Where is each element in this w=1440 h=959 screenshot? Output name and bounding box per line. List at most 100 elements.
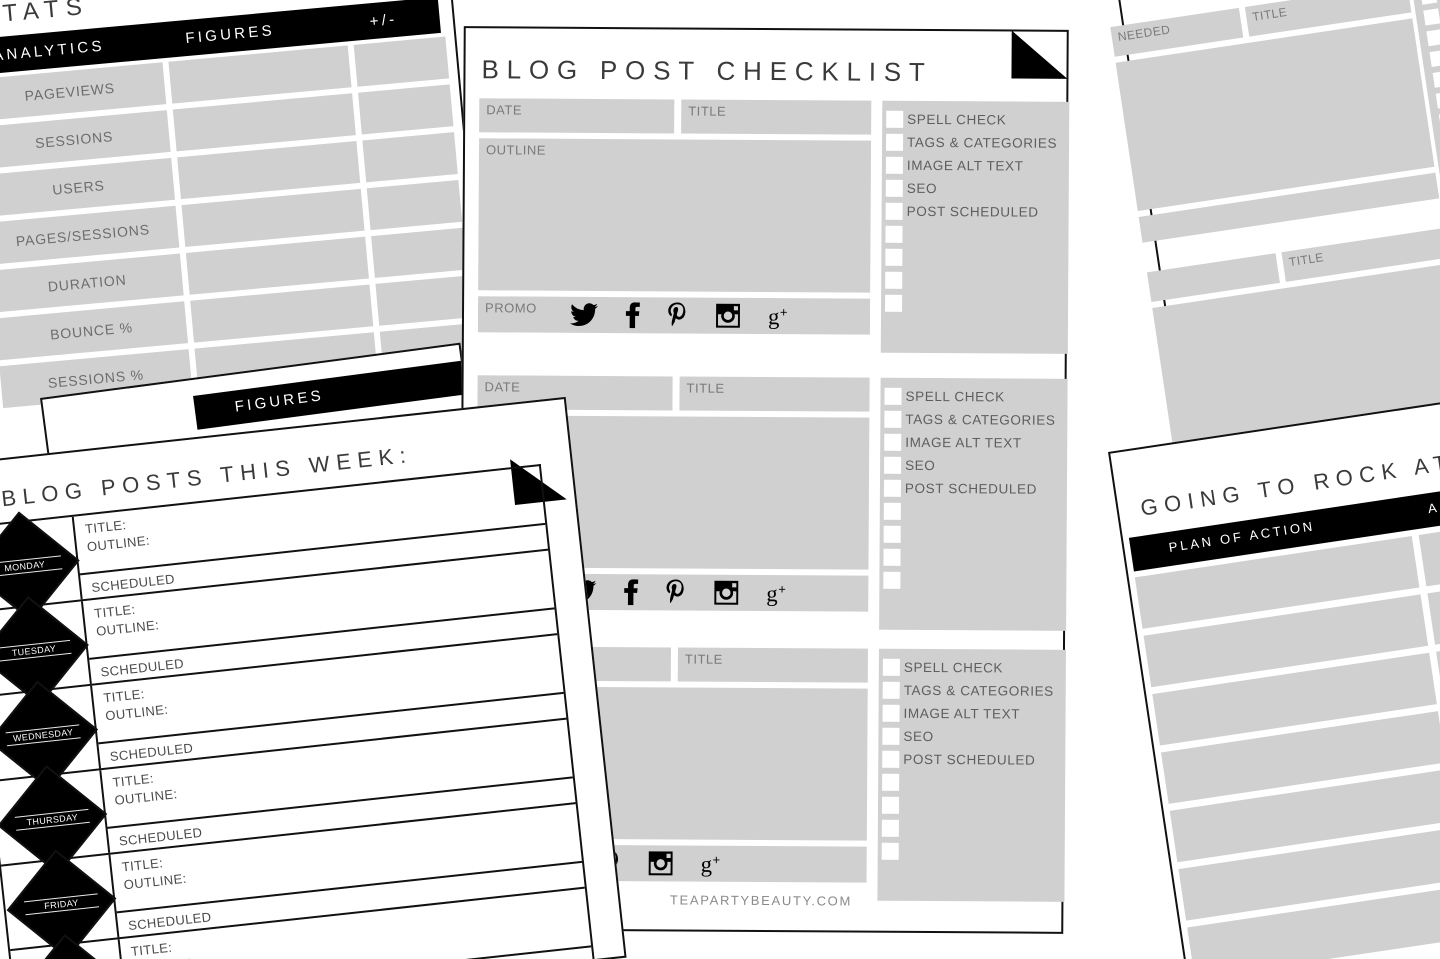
checkbox-icon[interactable] [885,156,903,174]
checklist-item[interactable]: SEO [882,177,1069,200]
checkbox-icon[interactable] [884,433,902,451]
googleplus-icon[interactable]: g + [768,304,794,329]
checkbox-icon[interactable] [882,704,900,722]
checklist-item[interactable]: IMAGE ALT TEXT [879,702,1066,725]
stats-plusminus-cell[interactable] [362,132,458,183]
checklist-item[interactable] [881,292,1068,315]
title-field[interactable]: TITLE [679,376,870,412]
checklist-item[interactable] [878,794,1065,817]
checklist-item[interactable]: POST SCHEDULED [878,748,1065,771]
pinterest-icon[interactable] [666,578,686,606]
social-icon-row: g + [569,297,794,334]
checkbox-icon[interactable] [885,294,903,312]
checklist-item-label: SEO [905,457,936,473]
checklist-item[interactable] [878,771,1065,794]
stats-plusminus-cell[interactable] [371,227,467,278]
checklist-item-label: TAGS & CATEGORIES [905,411,1056,428]
outline-label: OUTLINE: [86,532,151,555]
instagram-icon[interactable] [648,850,674,876]
checkbox-icon[interactable] [884,456,902,474]
checkbox-icon[interactable] [882,727,900,745]
stats-title: STATS [0,0,91,30]
checklist-item[interactable]: TAGS & CATEGORIES [879,679,1066,702]
checkbox-icon[interactable] [881,819,899,837]
checklist-item[interactable] [879,546,1066,569]
stats-plusminus-cell[interactable] [353,36,450,87]
checklist-item[interactable]: TAGS & CATEGORIES [880,408,1067,431]
checklist-item[interactable]: SEO [880,454,1067,477]
checklist-item[interactable]: POST SCHEDULED [882,200,1069,223]
facebook-icon[interactable] [623,579,639,606]
instagram-icon[interactable] [715,303,741,329]
checkbox-icon[interactable] [1426,28,1440,46]
checklist-item[interactable]: SPELL CHECK [880,385,1067,408]
checkbox-icon[interactable] [882,773,900,791]
checklist-item[interactable]: POST SCHEDULED [880,477,1067,500]
title-label: TITLE [688,103,727,119]
svg-text:+: + [713,852,721,867]
checkbox-icon[interactable] [882,750,900,768]
checkbox-icon[interactable] [885,202,903,220]
checkbox-icon[interactable] [882,658,900,676]
checklist-item[interactable]: IMAGE ALT TEXT [882,154,1069,177]
checklist-item[interactable]: SPELL CHECK [879,656,1066,679]
checkbox-icon[interactable] [885,179,903,197]
divider [125,945,592,959]
checklist-item[interactable] [880,500,1067,523]
checkbox-icon[interactable] [886,110,904,128]
checklist-column: SPELL CHECK TAGS & CATEGORIES IMAGE ALT … [880,100,1070,354]
checkbox-icon[interactable] [881,842,899,860]
checkbox-icon[interactable] [1435,91,1440,109]
title-field[interactable]: TITLE [677,647,868,683]
stats-plusminus-cell[interactable] [366,179,463,231]
checkbox-icon[interactable] [884,410,902,428]
googleplus-icon[interactable]: g + [766,581,792,606]
rock-table-body [1134,510,1440,959]
checklist-item[interactable] [878,817,1065,840]
checkbox-icon[interactable] [885,225,903,243]
checkbox-icon[interactable] [882,681,900,699]
pinterest-icon[interactable] [668,301,688,329]
checkbox-icon[interactable] [1432,70,1440,88]
checklist-item[interactable] [879,569,1066,592]
checkbox-icon[interactable] [884,387,902,405]
checklist-item[interactable]: SPELL CHECK [882,108,1069,131]
title-label: TITLE: [84,517,128,537]
checkbox-icon[interactable] [1423,7,1440,25]
checklist-item[interactable] [880,523,1067,546]
checkbox-icon[interactable] [883,571,901,589]
day-cell: FRIDAY [1,848,120,959]
twitter-icon[interactable] [569,303,599,327]
checklist-item[interactable] [881,223,1068,246]
checklist-block-fields: DATE TITLE OUTLINE PROMO g + [477,98,872,340]
checkbox-icon[interactable] [885,271,903,289]
googleplus-icon[interactable]: g + [701,851,727,876]
checklist-item[interactable]: TAGS & CATEGORIES [882,131,1069,154]
date-field[interactable]: DATE [479,98,675,134]
title-field[interactable]: TITLE [681,99,872,135]
checkbox-icon[interactable] [883,502,901,520]
checkbox-icon[interactable] [883,479,902,497]
checkbox-icon[interactable] [881,796,900,814]
checklist-item[interactable] [878,840,1065,863]
checkbox-icon[interactable] [883,548,901,566]
checklist-item-label: IMAGE ALT TEXT [903,705,1021,722]
checkbox-icon[interactable] [1429,49,1440,67]
facebook-icon[interactable] [625,302,641,329]
instagram-icon[interactable] [713,580,739,606]
checkbox-icon[interactable] [885,248,903,266]
checkbox-icon[interactable] [886,133,904,151]
going-to-rock-at-sheet: GOING TO ROCK AT: PLAN OF ACTION ACHIEVE… [1108,381,1440,959]
checklist-item[interactable] [881,269,1068,292]
checkbox-icon[interactable] [1420,0,1438,5]
svg-text:g: g [766,581,778,606]
checklist-item-label: SPELL CHECK [903,659,1004,675]
stats-plusminus-cell[interactable] [375,275,471,326]
checklist-column: SPELL CHECK TAGS & CATEGORIES IMAGE ALT … [879,377,1068,631]
stats-plusminus-cell[interactable] [358,84,454,135]
checklist-item[interactable]: SEO [878,725,1065,748]
checklist-item[interactable]: IMAGE ALT TEXT [880,431,1067,454]
checklist-item[interactable] [881,246,1068,269]
checkbox-icon[interactable] [883,525,901,543]
outline-field[interactable]: OUTLINE [478,138,872,293]
